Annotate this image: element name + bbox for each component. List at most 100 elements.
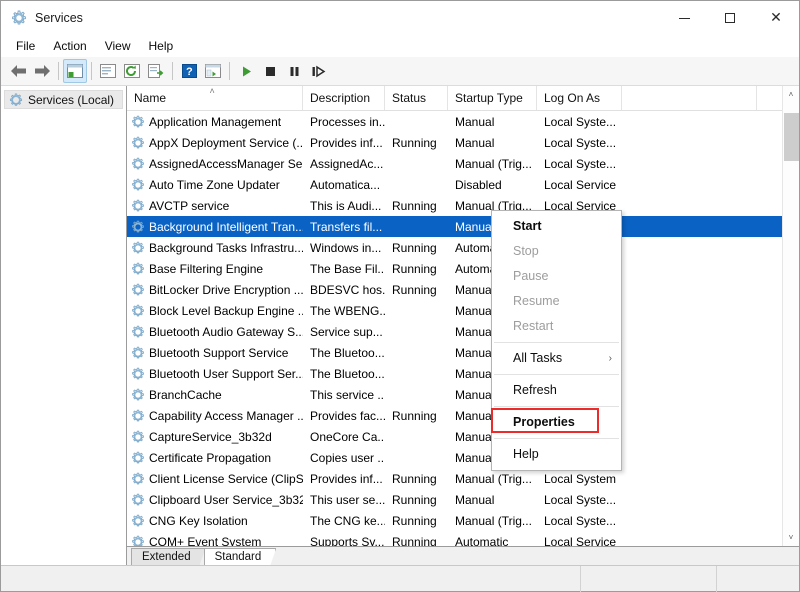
cell-status: Running xyxy=(385,199,448,213)
services-list: Name˄DescriptionStatusStartup TypeLog On… xyxy=(127,86,799,546)
close-button[interactable]: ✕ xyxy=(753,1,799,35)
context-menu-item-stop: Stop xyxy=(492,239,621,264)
restart-service-icon[interactable] xyxy=(306,59,330,83)
column-header-status[interactable]: Status xyxy=(385,86,448,110)
menu-action[interactable]: Action xyxy=(44,37,95,55)
back-icon[interactable] xyxy=(6,59,30,83)
tab-extended[interactable]: Extended xyxy=(131,548,206,565)
table-row[interactable]: AppX Deployment Service (...Provides inf… xyxy=(127,132,782,153)
table-row[interactable]: Block Level Backup Engine ...The WBENG..… xyxy=(127,300,782,321)
cell-description: The Bluetoo... xyxy=(303,367,385,381)
help-icon[interactable]: ? xyxy=(177,59,201,83)
submenu-chevron-right-icon: › xyxy=(609,346,612,371)
column-header-description[interactable]: Description xyxy=(303,86,385,110)
table-row[interactable]: BitLocker Drive Encryption ...BDESVC hos… xyxy=(127,279,782,300)
cell-log-on-as: Local Syste... xyxy=(537,157,622,171)
column-header-name[interactable]: Name˄ xyxy=(127,86,303,110)
cell-service-name: Block Level Backup Engine ... xyxy=(127,304,303,318)
cell-startup-type: Manual (Trig... xyxy=(448,514,537,528)
context-menu-item-refresh[interactable]: Refresh xyxy=(492,378,621,403)
minimize-button[interactable] xyxy=(661,1,707,35)
context-menu-item-properties[interactable]: Properties xyxy=(492,410,621,435)
table-row[interactable]: Bluetooth Audio Gateway S...Service sup.… xyxy=(127,321,782,342)
maximize-button[interactable] xyxy=(707,1,753,35)
stop-service-icon[interactable] xyxy=(258,59,282,83)
sidebar-item-label: Services (Local) xyxy=(28,93,114,107)
cell-service-name: Auto Time Zone Updater xyxy=(127,178,303,192)
table-row[interactable]: AVCTP serviceThis is Audi...RunningManua… xyxy=(127,195,782,216)
service-name-label: Base Filtering Engine xyxy=(149,262,263,276)
properties-icon[interactable] xyxy=(96,59,120,83)
service-gear-icon xyxy=(131,472,145,486)
start-service-icon[interactable] xyxy=(234,59,258,83)
scroll-up-button[interactable]: ˄ xyxy=(783,86,800,103)
table-row[interactable]: Background Tasks Infrastru...Windows in.… xyxy=(127,237,782,258)
cell-startup-type: Manual xyxy=(448,136,537,150)
column-header-startup-type[interactable]: Startup Type xyxy=(448,86,537,110)
cell-startup-type: Manual xyxy=(448,493,537,507)
table-row[interactable]: Auto Time Zone UpdaterAutomatica...Disab… xyxy=(127,174,782,195)
column-header-blank[interactable] xyxy=(622,86,757,110)
context-menu-separator xyxy=(494,406,619,407)
sidebar-item-services-local[interactable]: Services (Local) xyxy=(4,90,123,109)
table-row[interactable]: Clipboard User Service_3b32dThis user se… xyxy=(127,489,782,510)
cell-service-name: Background Tasks Infrastru... xyxy=(127,241,303,255)
cell-service-name: AssignedAccessManager Se... xyxy=(127,157,303,171)
table-row[interactable]: Background Intelligent Tran...Transfers … xyxy=(127,216,782,237)
context-menu-item-all-tasks[interactable]: All Tasks› xyxy=(492,346,621,371)
table-row[interactable]: Base Filtering EngineThe Base Fil...Runn… xyxy=(127,258,782,279)
cell-description: Processes in... xyxy=(303,115,385,129)
scroll-down-button[interactable]: ˅ xyxy=(783,529,800,546)
cell-description: Provides fac... xyxy=(303,409,385,423)
window-controls: ✕ xyxy=(661,1,799,35)
menu-file[interactable]: File xyxy=(7,37,44,55)
scrollbar-thumb[interactable] xyxy=(784,113,799,161)
status-bar xyxy=(1,565,799,591)
svg-text:?: ? xyxy=(186,66,193,78)
context-menu-item-help[interactable]: Help xyxy=(492,442,621,467)
context-menu-separator xyxy=(494,438,619,439)
table-row[interactable]: COM+ Event SystemSupports Sy...RunningAu… xyxy=(127,531,782,546)
status-panel-main xyxy=(1,566,581,592)
context-menu-item-start[interactable]: Start xyxy=(492,214,621,239)
toolbar: ? xyxy=(1,57,799,86)
cell-description: Provides inf... xyxy=(303,472,385,486)
context-menu: StartStopPauseResumeRestartAll Tasks›Ref… xyxy=(491,210,622,471)
column-header-log-on-as[interactable]: Log On As xyxy=(537,86,622,110)
table-row[interactable]: BranchCacheThis service ...ManualNetwork… xyxy=(127,384,782,405)
service-name-label: Bluetooth Support Service xyxy=(149,346,288,360)
menu-help[interactable]: Help xyxy=(140,37,183,55)
service-name-label: BitLocker Drive Encryption ... xyxy=(149,283,303,297)
annotation-highlight-box xyxy=(491,408,599,433)
cell-startup-type: Manual (Trig... xyxy=(448,472,537,486)
cell-service-name: Bluetooth Audio Gateway S... xyxy=(127,325,303,339)
service-name-label: Bluetooth User Support Ser... xyxy=(149,367,303,381)
cell-description: The WBENG... xyxy=(303,304,385,318)
tab-standard[interactable]: Standard xyxy=(204,548,277,565)
show-action-pane-icon[interactable] xyxy=(201,59,225,83)
refresh-icon[interactable] xyxy=(120,59,144,83)
service-name-label: Capability Access Manager ... xyxy=(149,409,303,423)
service-gear-icon xyxy=(131,220,145,234)
show-hide-console-tree-icon[interactable] xyxy=(63,59,87,83)
table-row[interactable]: Bluetooth User Support Ser...The Bluetoo… xyxy=(127,363,782,384)
table-row[interactable]: Client License Service (ClipS...Provides… xyxy=(127,468,782,489)
table-row[interactable]: CNG Key IsolationThe CNG ke...RunningMan… xyxy=(127,510,782,531)
service-name-label: CNG Key Isolation xyxy=(149,514,248,528)
table-row[interactable]: AssignedAccessManager Se...AssignedAc...… xyxy=(127,153,782,174)
scrollbar-track[interactable] xyxy=(783,103,800,529)
cell-description: The Bluetoo... xyxy=(303,346,385,360)
pause-service-icon[interactable] xyxy=(282,59,306,83)
table-row[interactable]: Application ManagementProcesses in...Man… xyxy=(127,111,782,132)
service-name-label: Block Level Backup Engine ... xyxy=(149,304,303,318)
menu-view[interactable]: View xyxy=(96,37,140,55)
table-row[interactable]: Capability Access Manager ...Provides fa… xyxy=(127,405,782,426)
services-gear-icon xyxy=(9,93,23,107)
service-gear-icon xyxy=(131,409,145,423)
table-row[interactable]: Bluetooth Support ServiceThe Bluetoo...M… xyxy=(127,342,782,363)
forward-icon[interactable] xyxy=(30,59,54,83)
vertical-scrollbar[interactable]: ˄ ˅ xyxy=(782,86,799,546)
table-row[interactable]: Certificate PropagationCopies user ...Ma… xyxy=(127,447,782,468)
table-row[interactable]: CaptureService_3b32dOneCore Ca...ManualL… xyxy=(127,426,782,447)
export-list-icon[interactable] xyxy=(144,59,168,83)
